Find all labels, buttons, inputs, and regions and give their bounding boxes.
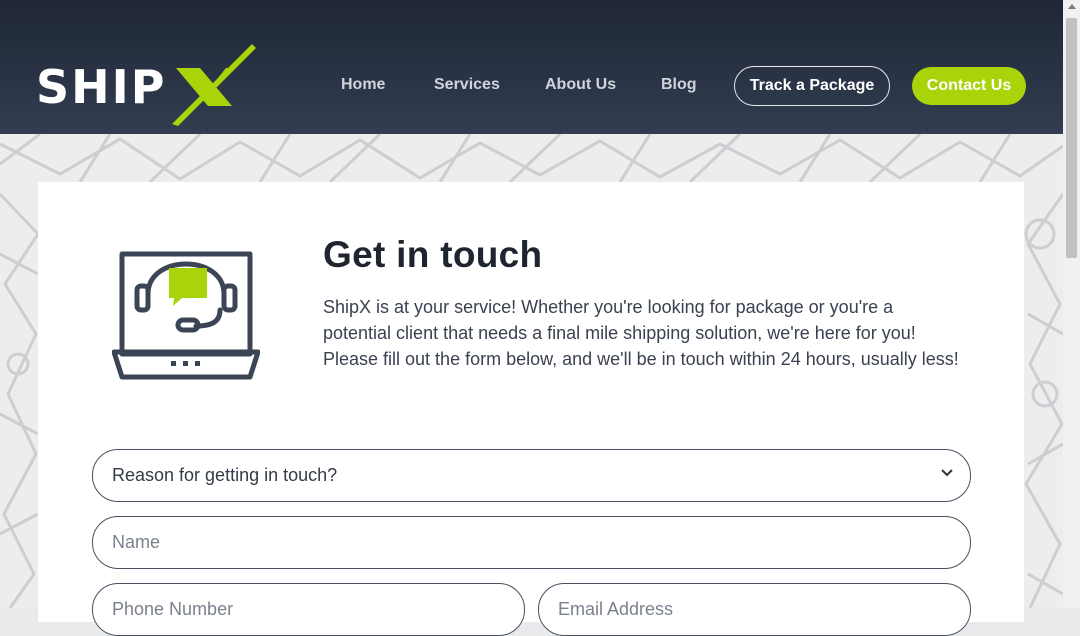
chevron-down-icon: [941, 469, 953, 477]
logo-wordmark: SHIP: [36, 60, 167, 114]
phone-field[interactable]: Phone Number: [92, 583, 525, 636]
logo-x-mark: [172, 44, 256, 126]
reason-select-value: Reason for getting in touch?: [112, 465, 338, 485]
email-placeholder: Email Address: [558, 599, 674, 619]
email-field[interactable]: Email Address: [538, 583, 971, 636]
contact-card: Get in touch ShipX is at your service! W…: [38, 182, 1024, 636]
site-header: SHIP Home Services About Us Blog Track a…: [0, 0, 1063, 134]
nav-about-us[interactable]: About Us: [545, 66, 616, 106]
reason-select[interactable]: Reason for getting in touch?: [92, 449, 971, 502]
shipx-logo[interactable]: SHIP: [34, 44, 258, 126]
page-title: Get in touch: [323, 234, 543, 275]
page-scrollbar[interactable]: [1063, 0, 1080, 608]
support-laptop-icon: [112, 251, 260, 380]
phone-placeholder: Phone Number: [112, 599, 234, 619]
intro-text: ShipX is at your service! Whether you're…: [323, 297, 959, 369]
contact-us-button[interactable]: Contact Us: [912, 67, 1026, 105]
nav-blog[interactable]: Blog: [661, 66, 697, 106]
scroll-up-arrow-icon[interactable]: [1068, 4, 1076, 9]
name-field[interactable]: Name: [92, 516, 971, 569]
nav-home[interactable]: Home: [341, 66, 385, 106]
scroll-thumb[interactable]: [1066, 18, 1077, 258]
track-package-button[interactable]: Track a Package: [734, 66, 890, 106]
nav-services[interactable]: Services: [434, 66, 500, 106]
name-placeholder: Name: [112, 532, 161, 552]
